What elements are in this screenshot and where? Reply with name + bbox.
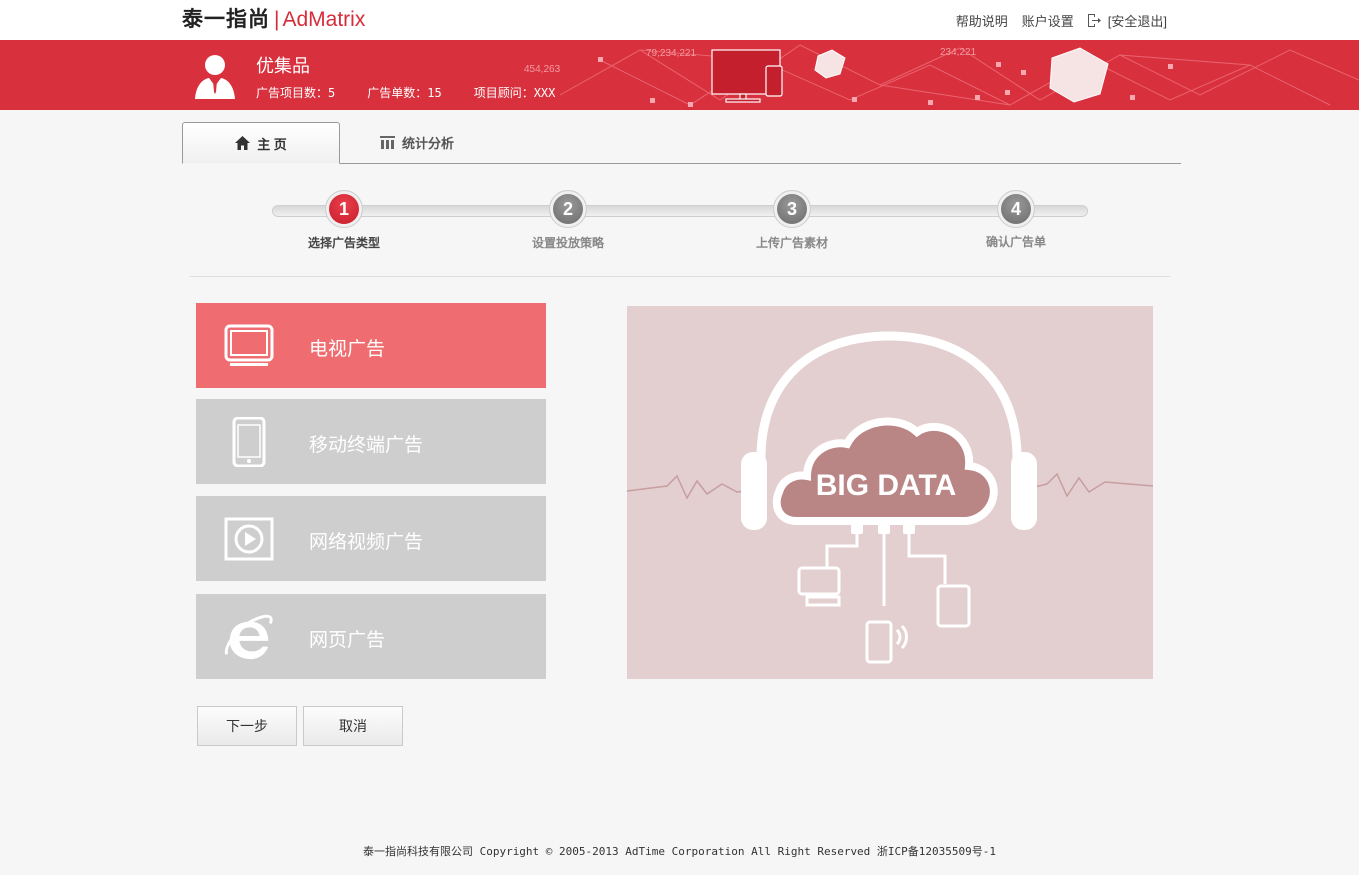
step-number: 4 [1001, 194, 1031, 224]
big-data-text: BIG DATA [816, 469, 957, 502]
ad-type-tv[interactable]: 电视广告 [196, 303, 546, 388]
brand-name-en: AdMatrix [282, 8, 366, 31]
video-play-icon [224, 517, 274, 561]
logout-icon [1087, 14, 1101, 27]
step-number: 3 [777, 194, 807, 224]
banner-deco-number: 234,221 [940, 47, 977, 58]
section-divider [190, 276, 1170, 277]
ad-type-label: 网页广告 [309, 630, 386, 651]
account-stats: 广告项目数：5 广告单数：15 项目顾问：XXX [256, 84, 587, 101]
next-step-button[interactable]: 下一步 [197, 706, 297, 746]
banner-deco-number: 79,234,221 [646, 48, 696, 59]
ad-type-label: 电视广告 [309, 339, 386, 360]
home-icon [235, 136, 251, 150]
ad-type-online-video[interactable]: 网络视频广告 [196, 496, 546, 581]
footer-copyright: 泰一指尚科技有限公司 Copyright © 2005-2013 AdTime … [362, 845, 997, 858]
step-label: 确认广告单 [985, 235, 1046, 249]
company-name: 优集品 [256, 56, 310, 76]
logout-link[interactable]: [安全退出] [1086, 11, 1167, 30]
step-number: 1 [329, 194, 359, 224]
logout-label: [安全退出] [1107, 14, 1167, 29]
step-1: 1 选择广告类型 [284, 190, 404, 251]
ad-type-label: 网络视频广告 [309, 532, 424, 553]
user-avatar-icon [195, 55, 235, 99]
ad-type-mobile[interactable]: 移动终端广告 [196, 399, 546, 484]
step-3: 3 上传广告素材 [732, 190, 852, 251]
ad-project-count: 广告项目数：5 [256, 86, 336, 100]
step-label: 设置投放策略 [531, 236, 604, 250]
account-settings-link[interactable]: 账户设置 [1022, 11, 1074, 30]
banner-deco-number: 454,263 [524, 64, 561, 75]
project-consultant: 项目顾问：XXX [473, 86, 556, 100]
ie-browser-icon [224, 614, 273, 660]
help-link[interactable]: 帮助说明 [956, 11, 1008, 30]
ad-order-count: 广告单数：15 [367, 86, 442, 100]
tab-home-label: 主 页 [257, 136, 287, 152]
ad-type-webpage[interactable]: 网页广告 [196, 594, 546, 679]
chart-icon [379, 135, 395, 149]
step-progress: 1 选择广告类型 2 设置投放策略 3 上传广告素材 4 确认广告单 [270, 190, 1090, 260]
tab-statistics-label: 统计分析 [401, 135, 454, 151]
brand-separator: | [274, 8, 280, 31]
account-banner: 79,234,221 454,263 234,221 优集品 广告项目数：5 广… [0, 40, 1359, 110]
tab-statistics[interactable]: 统计分析 [362, 122, 472, 162]
brand-logo[interactable]: 泰一指尚 | AdMatrix [182, 8, 365, 32]
ad-type-label: 移动终端广告 [309, 435, 424, 456]
cancel-button[interactable]: 取消 [303, 706, 403, 746]
tv-icon [224, 324, 274, 366]
step-label: 上传广告素材 [755, 236, 828, 250]
main-tabs: 主 页 统计分析 [182, 122, 1181, 164]
top-links: 帮助说明 账户设置 [安全退出] [942, 11, 1167, 30]
big-data-graphic: BIG DATA [626, 331, 1154, 664]
brand-name-cn: 泰一指尚 [182, 8, 270, 31]
step-label: 选择广告类型 [307, 236, 380, 250]
step-4: 4 确认广告单 [956, 190, 1076, 250]
step-2: 2 设置投放策略 [508, 190, 628, 251]
big-data-illustration: BIG DATA [626, 306, 1154, 679]
mobile-icon [232, 417, 266, 467]
top-bar: 泰一指尚 | AdMatrix 帮助说明 账户设置 [安全退出] [0, 0, 1359, 40]
tab-home[interactable]: 主 页 [182, 122, 340, 164]
step-number: 2 [553, 194, 583, 224]
